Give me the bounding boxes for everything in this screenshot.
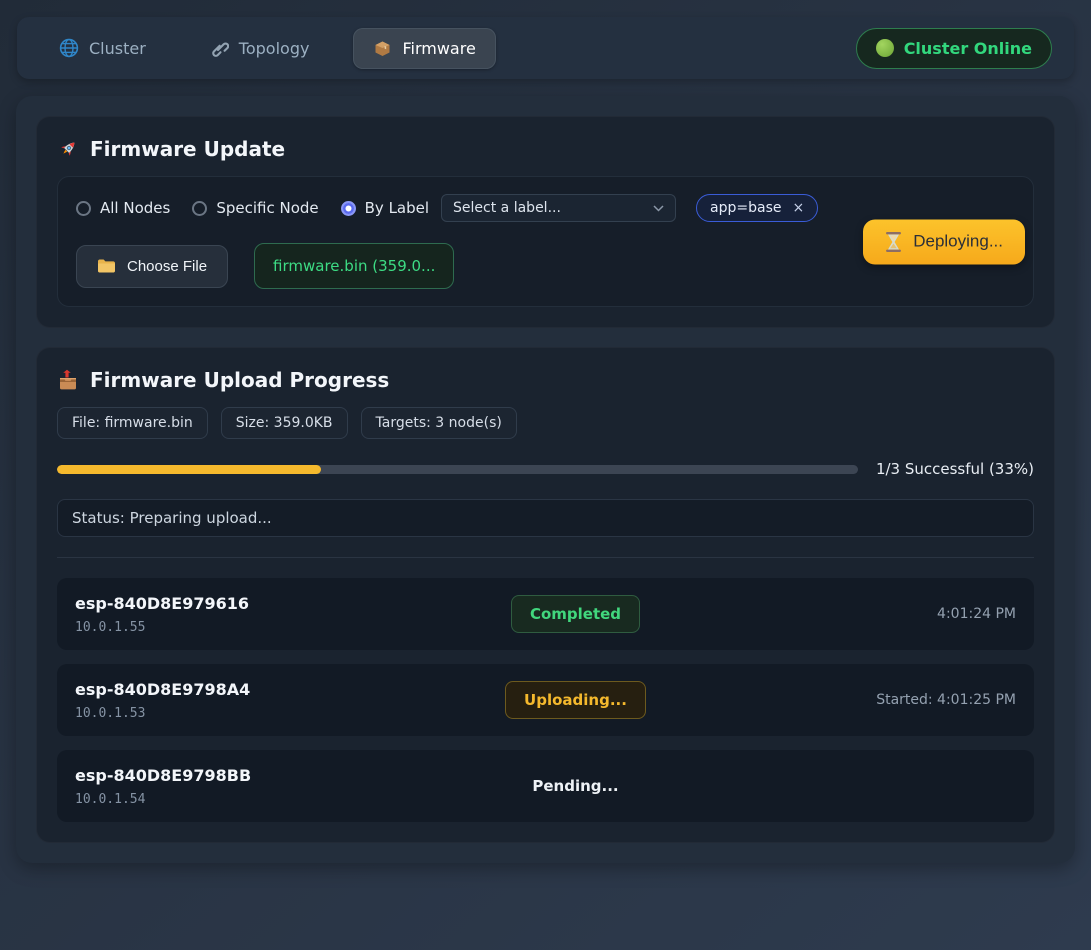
node-ip: 10.0.1.53 <box>75 706 335 721</box>
radio-label: By Label <box>365 199 429 217</box>
label-chip[interactable]: app=base × <box>696 194 818 222</box>
firmware-update-title: Firmware Update <box>57 137 1034 161</box>
choose-file-label: Choose File <box>127 258 207 275</box>
node-row: esp-840D8E979616 10.0.1.55 Completed 4:0… <box>57 578 1034 650</box>
deploy-target-form: All Nodes Specific Node By Label Select … <box>57 176 1034 307</box>
node-info: esp-840D8E979616 10.0.1.55 <box>75 594 335 635</box>
main-panel: Firmware Update All Nodes Specific Node … <box>16 96 1075 863</box>
globe-icon <box>59 38 79 58</box>
node-name: esp-840D8E979616 <box>75 594 335 613</box>
upload-meta-row: File: firmware.bin Size: 359.0KB Targets… <box>57 407 1034 439</box>
rocket-icon <box>57 138 79 160</box>
label-select-placeholder: Select a label... <box>453 200 561 216</box>
nav-item-cluster[interactable]: Cluster <box>39 27 166 69</box>
node-row: esp-840D8E9798BB 10.0.1.54 Pending... <box>57 750 1034 822</box>
radio-circle-icon[interactable] <box>341 201 356 216</box>
nav-bar: Cluster Topology Firmware Cluster Online <box>17 17 1074 79</box>
radio-by-label[interactable]: By Label <box>341 199 429 217</box>
progress-fill <box>57 465 321 474</box>
label-select[interactable]: Select a label... <box>441 194 676 222</box>
radio-label: Specific Node <box>216 199 318 217</box>
selected-file-badge: firmware.bin (359.0... <box>254 243 454 289</box>
node-status-badge: Pending... <box>532 768 618 804</box>
radio-circle-icon[interactable] <box>192 201 207 216</box>
node-row: esp-840D8E9798A4 10.0.1.53 Uploading... … <box>57 664 1034 736</box>
node-status-badge: Completed <box>511 595 640 633</box>
divider <box>57 557 1034 558</box>
node-time: Started: 4:01:25 PM <box>816 692 1016 708</box>
nav-item-label: Cluster <box>89 39 146 58</box>
cluster-status-label: Cluster Online <box>904 39 1032 58</box>
card-title-text: Firmware Upload Progress <box>90 368 389 392</box>
node-info: esp-840D8E9798A4 10.0.1.53 <box>75 680 335 721</box>
targets-meta-badge: Targets: 3 node(s) <box>361 407 517 439</box>
file-meta-badge: File: firmware.bin <box>57 407 208 439</box>
firmware-update-card: Firmware Update All Nodes Specific Node … <box>36 116 1055 328</box>
folder-icon <box>97 258 116 274</box>
upload-progress-card: Firmware Upload Progress File: firmware.… <box>36 347 1055 843</box>
cluster-status-badge: Cluster Online <box>856 28 1052 69</box>
node-name: esp-840D8E9798A4 <box>75 680 335 699</box>
radio-all-nodes[interactable]: All Nodes <box>76 199 170 217</box>
nav-item-topology[interactable]: Topology <box>190 28 330 69</box>
nav-item-label: Topology <box>239 39 310 58</box>
progress-label: 1/3 Successful (33%) <box>876 460 1034 478</box>
outbox-icon <box>57 369 79 391</box>
deploy-button[interactable]: Deploying... <box>863 219 1025 264</box>
size-meta-badge: Size: 359.0KB <box>221 407 348 439</box>
target-options-row: All Nodes Specific Node By Label Select … <box>76 194 1015 222</box>
radio-label: All Nodes <box>100 199 170 217</box>
card-title-text: Firmware Update <box>90 137 285 161</box>
radio-circle-icon[interactable] <box>76 201 91 216</box>
label-chip-text: app=base <box>710 200 781 216</box>
progress-row: 1/3 Successful (33%) <box>57 460 1034 478</box>
package-icon <box>373 39 392 58</box>
link-icon <box>210 39 229 58</box>
node-status-badge: Uploading... <box>505 681 646 719</box>
green-dot-icon <box>876 39 894 57</box>
node-info: esp-840D8E9798BB 10.0.1.54 <box>75 766 335 807</box>
hourglass-icon <box>885 231 902 252</box>
radio-specific-node[interactable]: Specific Node <box>192 199 318 217</box>
node-ip: 10.0.1.54 <box>75 792 335 807</box>
chip-remove-icon[interactable]: × <box>793 200 805 216</box>
progress-bar <box>57 465 858 474</box>
status-message: Status: Preparing upload... <box>57 499 1034 537</box>
chevron-down-icon <box>653 205 664 212</box>
node-name: esp-840D8E9798BB <box>75 766 335 785</box>
deploy-button-label: Deploying... <box>913 232 1003 252</box>
choose-file-button[interactable]: Choose File <box>76 245 228 288</box>
node-time: 4:01:24 PM <box>816 606 1016 622</box>
node-ip: 10.0.1.55 <box>75 620 335 635</box>
upload-progress-title: Firmware Upload Progress <box>57 368 1034 392</box>
nav-item-label: Firmware <box>402 39 475 58</box>
nav-item-firmware[interactable]: Firmware <box>353 28 495 69</box>
